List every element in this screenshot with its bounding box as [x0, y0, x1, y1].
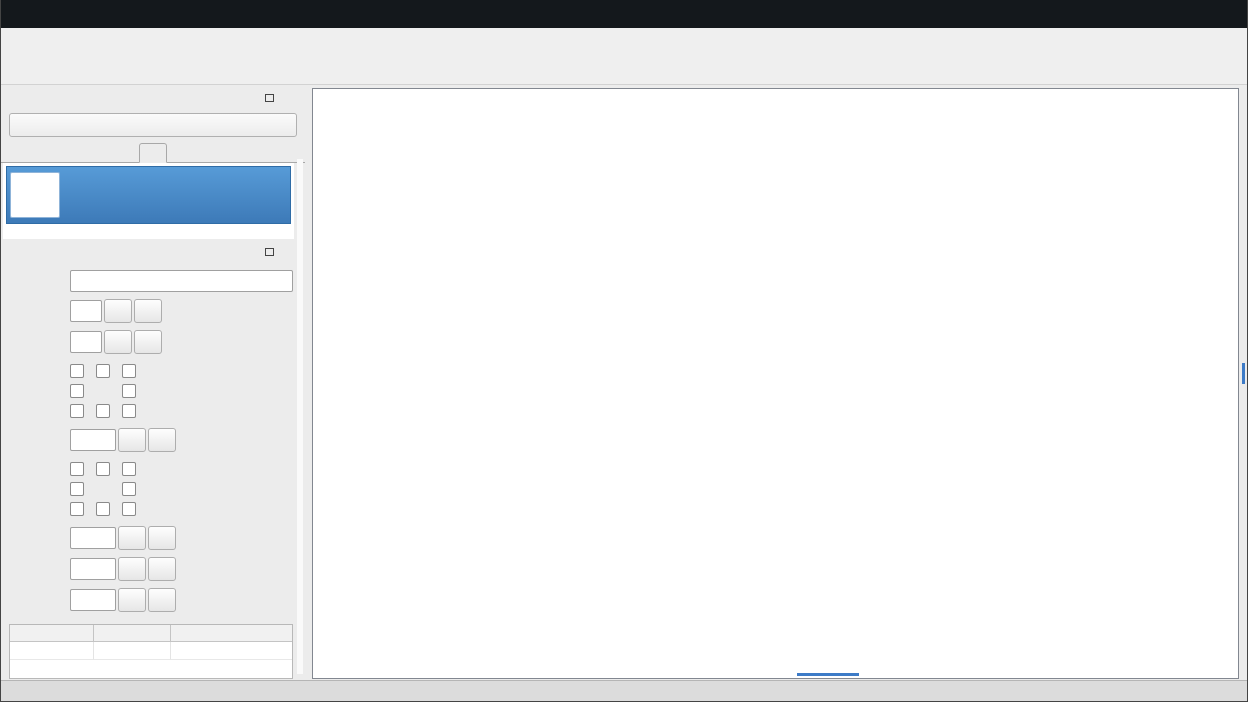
- library-float-icon[interactable]: [261, 91, 277, 105]
- window-title: [1, 0, 1247, 28]
- radical-checkbox[interactable]: [70, 404, 84, 418]
- radical-checkbox[interactable]: [96, 404, 110, 418]
- coordinates-data-row[interactable]: [10, 642, 292, 660]
- titlebar: [1, 0, 1247, 28]
- lone-pair-checkbox[interactable]: [70, 482, 84, 496]
- coordinates-header-y: [94, 625, 171, 642]
- menu-file[interactable]: [5, 37, 25, 43]
- library-item-thumbnail: [10, 172, 60, 218]
- hydrogens-input[interactable]: [70, 331, 102, 353]
- length-decrement-button[interactable]: [118, 526, 146, 550]
- hydrogens-decrement-button[interactable]: [104, 330, 132, 354]
- library-item-pcco[interactable]: [6, 166, 291, 224]
- radical-checkbox[interactable]: [122, 384, 136, 398]
- toolbar: [1, 52, 1247, 85]
- length-increment-button[interactable]: [148, 526, 176, 550]
- hydrogens-row: [1, 330, 293, 354]
- hydrogens-increment-button[interactable]: [134, 330, 162, 354]
- line-width-decrement-button[interactable]: [118, 557, 146, 581]
- main-area: [1, 85, 1247, 680]
- library-close-icon[interactable]: [281, 91, 297, 105]
- radicals-grid: [70, 361, 148, 421]
- coordinates-header-row: [10, 625, 292, 642]
- line-width-input[interactable]: [70, 558, 116, 580]
- library-refresh-button[interactable]: [9, 113, 297, 137]
- symbol-input[interactable]: [70, 270, 293, 292]
- molecule-libraries-panel: [1, 87, 305, 241]
- charge-increment-button[interactable]: [134, 299, 162, 323]
- coordinates-table-fill: [10, 660, 292, 678]
- lone-pair-checkbox[interactable]: [122, 502, 136, 516]
- app-window: [0, 0, 1248, 702]
- tab-molsketch-lib[interactable]: [139, 143, 167, 163]
- canvas-hscroll-thumb[interactable]: [797, 673, 859, 676]
- coordinate-empty-cell: [171, 642, 292, 660]
- menu-edit[interactable]: [25, 37, 45, 43]
- lone-pair-checkbox[interactable]: [122, 482, 136, 496]
- menu-view[interactable]: [45, 37, 65, 43]
- statusbar: [1, 680, 1247, 701]
- lone-pair-checkbox[interactable]: [70, 462, 84, 476]
- lone-pair-checkbox[interactable]: [96, 502, 110, 516]
- library-tabbar: [1, 143, 305, 163]
- newman-decrement-button: [118, 588, 146, 612]
- molecule-drawing[interactable]: [313, 89, 1238, 678]
- line-width-increment-button[interactable]: [148, 557, 176, 581]
- radical-checkbox[interactable]: [70, 384, 84, 398]
- window-close-icon[interactable]: [1229, 0, 1237, 28]
- properties-panel-header: [1, 241, 305, 263]
- line-width-row: [1, 557, 293, 581]
- diameter-input[interactable]: [70, 429, 116, 451]
- newman-diameter-label: [1, 593, 63, 606]
- radical-checkbox[interactable]: [122, 364, 136, 378]
- radicals-row: [1, 361, 293, 421]
- newman-diameter-input[interactable]: [70, 589, 116, 611]
- charge-input[interactable]: [70, 300, 102, 322]
- length-input[interactable]: [70, 527, 116, 549]
- menubar: [1, 28, 1247, 52]
- radical-checkbox[interactable]: [96, 364, 110, 378]
- newman-diameter-row: [1, 588, 293, 612]
- window-vscroll-thumb[interactable]: [1242, 363, 1245, 384]
- properties-close-icon[interactable]: [281, 245, 297, 259]
- sidebar-splitter[interactable]: [305, 85, 312, 680]
- lone-pair-checkbox[interactable]: [122, 462, 136, 476]
- diameter-decrement-button[interactable]: [118, 428, 146, 452]
- coordinates-header-x: [10, 625, 94, 642]
- library-list: [3, 163, 294, 239]
- coordinates-header-empty: [171, 625, 292, 642]
- lone-pair-checkbox[interactable]: [96, 462, 110, 476]
- properties-float-icon[interactable]: [261, 245, 277, 259]
- sidebar: [1, 85, 305, 680]
- properties-panel: [1, 241, 305, 680]
- radical-checkbox[interactable]: [70, 364, 84, 378]
- symbol-row: [1, 270, 293, 292]
- lone-pairs-grid: [70, 459, 148, 519]
- coordinate-x-cell[interactable]: [10, 642, 94, 660]
- charge-decrement-button[interactable]: [104, 299, 132, 323]
- radical-checkbox[interactable]: [122, 404, 136, 418]
- drawing-canvas[interactable]: [312, 88, 1239, 679]
- newman-increment-button[interactable]: [148, 588, 176, 612]
- lone-pair-checkbox[interactable]: [70, 502, 84, 516]
- coordinates-table: [9, 624, 293, 679]
- charge-row: [1, 299, 293, 323]
- length-row: [1, 526, 293, 550]
- diameter-row: [1, 428, 293, 452]
- lone-pairs-row: [1, 459, 293, 519]
- coordinate-y-cell[interactable]: [94, 642, 171, 660]
- diameter-increment-button[interactable]: [148, 428, 176, 452]
- menu-help[interactable]: [65, 37, 85, 43]
- library-panel-header: [1, 87, 305, 109]
